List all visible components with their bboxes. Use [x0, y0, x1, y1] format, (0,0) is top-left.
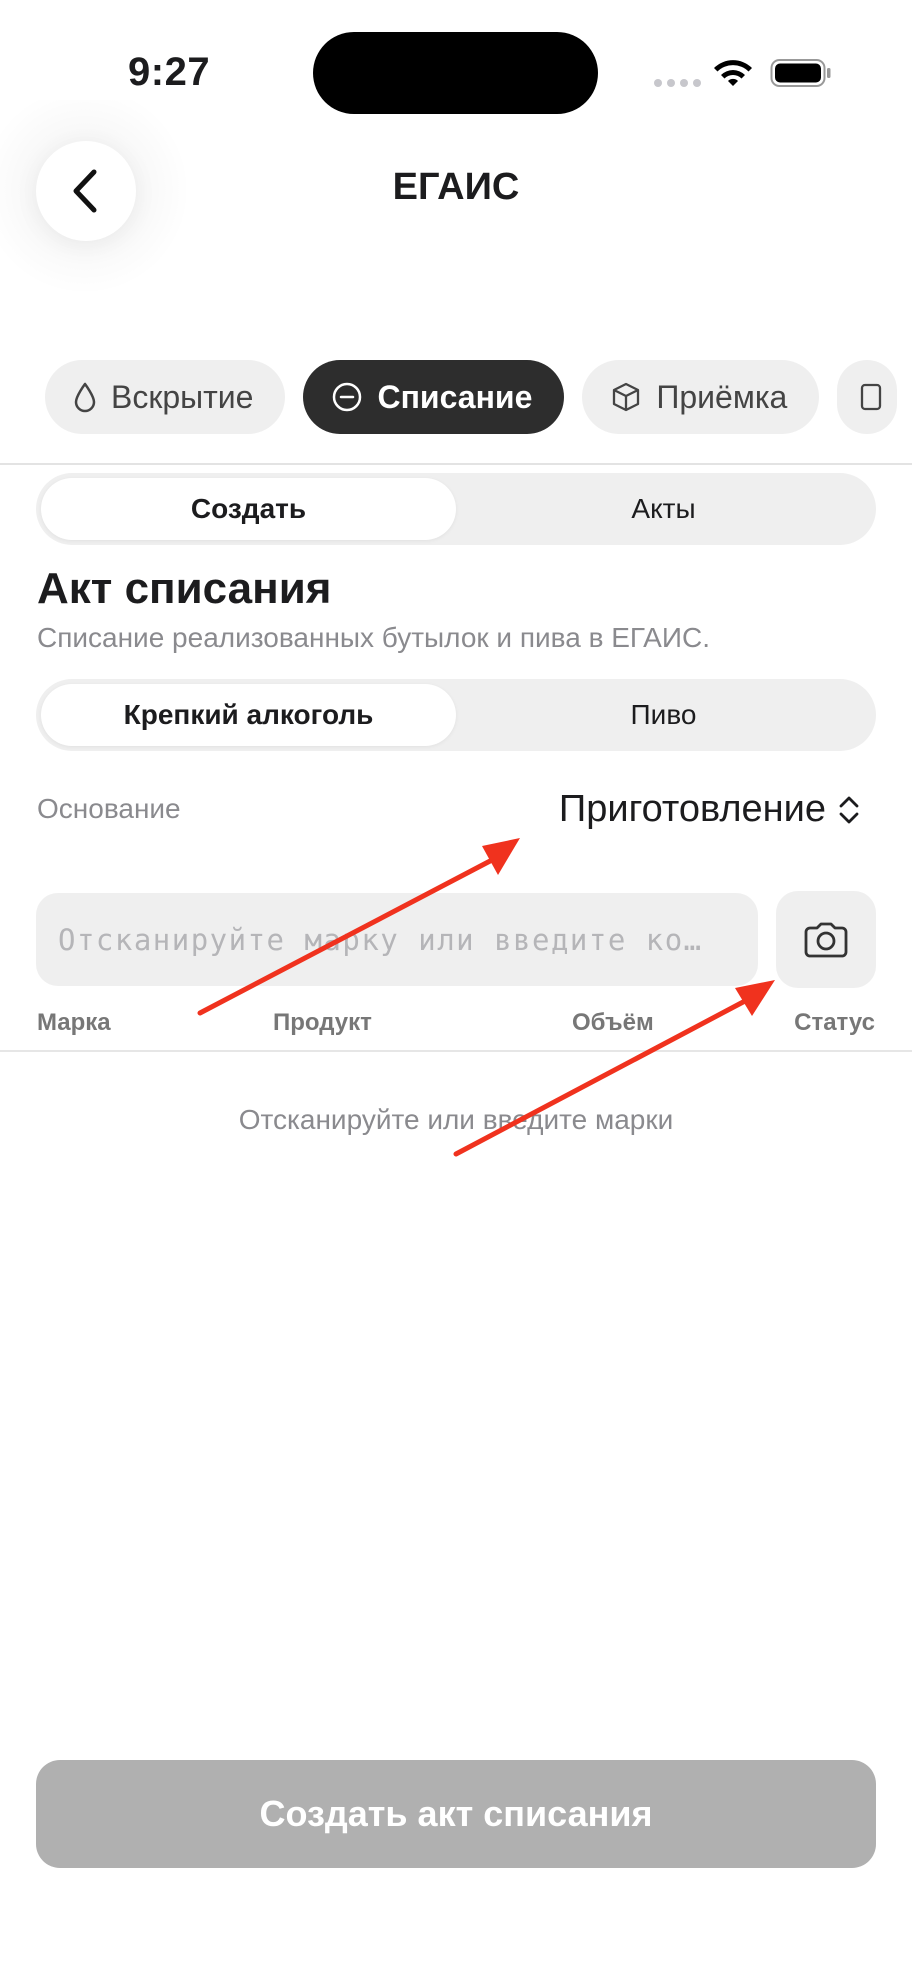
chip-opening-label: Вскрытие [111, 378, 254, 415]
column-header-mark: Марка [37, 1009, 111, 1036]
chip-more[interactable] [837, 360, 898, 434]
tab-create[interactable]: Создать [41, 478, 456, 540]
table-divider [0, 1050, 912, 1052]
cellular-dots-icon [654, 79, 701, 87]
dynamic-island [313, 32, 598, 114]
camera-button[interactable] [776, 891, 876, 988]
wifi-icon [714, 60, 752, 86]
battery-icon [770, 59, 831, 87]
minus-circle-icon [333, 382, 362, 412]
basis-value: Приготовление [558, 788, 826, 830]
act-title: Акт списания [37, 564, 332, 613]
tab-strong-alcohol[interactable]: Крепкий алкоголь [41, 684, 456, 746]
create-act-button[interactable]: Создать акт списания [36, 1760, 876, 1868]
chip-writeoff[interactable]: Списание [303, 360, 565, 434]
chip-opening[interactable]: Вскрытие [45, 360, 286, 434]
divider [0, 463, 912, 465]
page-title: ЕГАИС [392, 166, 520, 208]
basis-picker[interactable]: Приготовление [559, 788, 860, 831]
basis-label: Основание [37, 793, 181, 824]
empty-state-message: Отсканируйте или введите марки [238, 1104, 674, 1135]
column-header-status: Статус [794, 1009, 875, 1036]
category-chips: Вскрытие Списание Приёмка [45, 360, 898, 434]
chevron-up-down-icon [839, 796, 859, 823]
chip-receiving-label: Приёмка [656, 378, 788, 415]
scan-input[interactable] [36, 893, 758, 986]
chip-receiving[interactable]: Приёмка [582, 360, 820, 434]
tab-beer[interactable]: Пиво [456, 684, 871, 746]
tab-acts[interactable]: Акты [456, 478, 871, 540]
camera-icon [804, 922, 848, 957]
column-header-volume: Объём [572, 1009, 654, 1036]
chip-writeoff-label: Списание [377, 378, 533, 415]
drop-icon [74, 382, 96, 413]
column-header-product: Продукт [273, 1009, 372, 1036]
document-icon [861, 383, 882, 411]
type-segmented-control: Крепкий алкоголь Пиво [36, 679, 876, 751]
status-time: 9:27 [128, 50, 211, 94]
act-subtitle: Списание реализованных бутылок и пива в … [37, 622, 710, 653]
mode-segmented-control: Создать Акты [36, 473, 876, 545]
box-icon [613, 382, 640, 412]
